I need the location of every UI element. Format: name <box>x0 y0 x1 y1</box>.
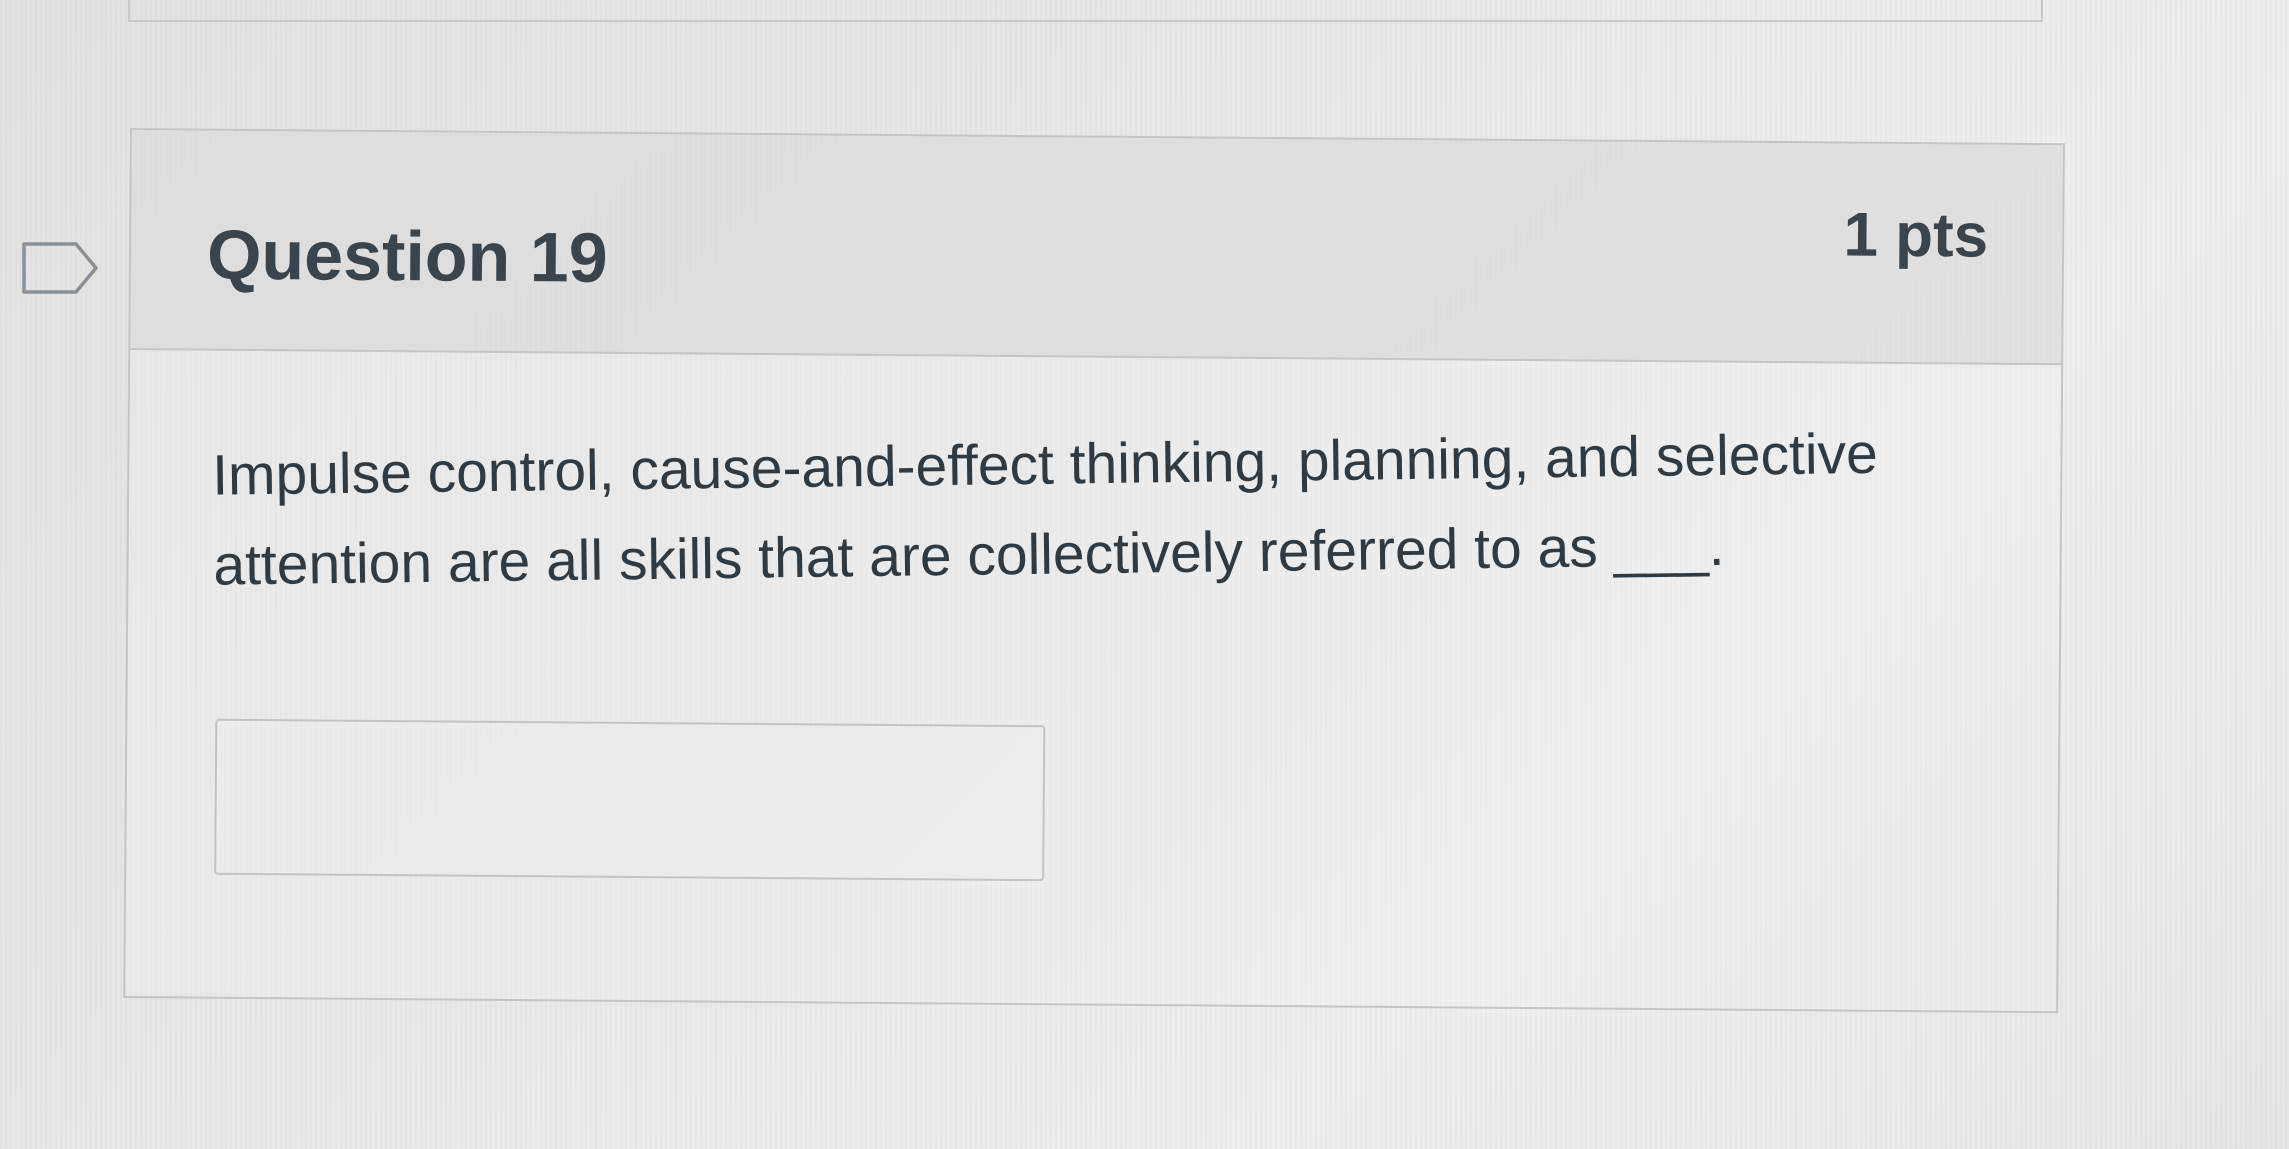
question-text: Impulse control, cause-and-effect thinki… <box>211 421 1879 598</box>
question-body: Impulse control, cause-and-effect thinki… <box>125 350 2061 1013</box>
question-title: Question 19 <box>206 215 608 297</box>
answer-input[interactable] <box>214 718 1046 882</box>
question-points: 1 pts <box>1843 200 1989 271</box>
question-card: Question 19 1 pts Impulse control, cause… <box>123 128 2065 1014</box>
question-header: Question 19 1 pts <box>130 130 2063 366</box>
flag-question-icon[interactable] <box>20 240 100 296</box>
previous-question-card-edge <box>128 0 2043 22</box>
